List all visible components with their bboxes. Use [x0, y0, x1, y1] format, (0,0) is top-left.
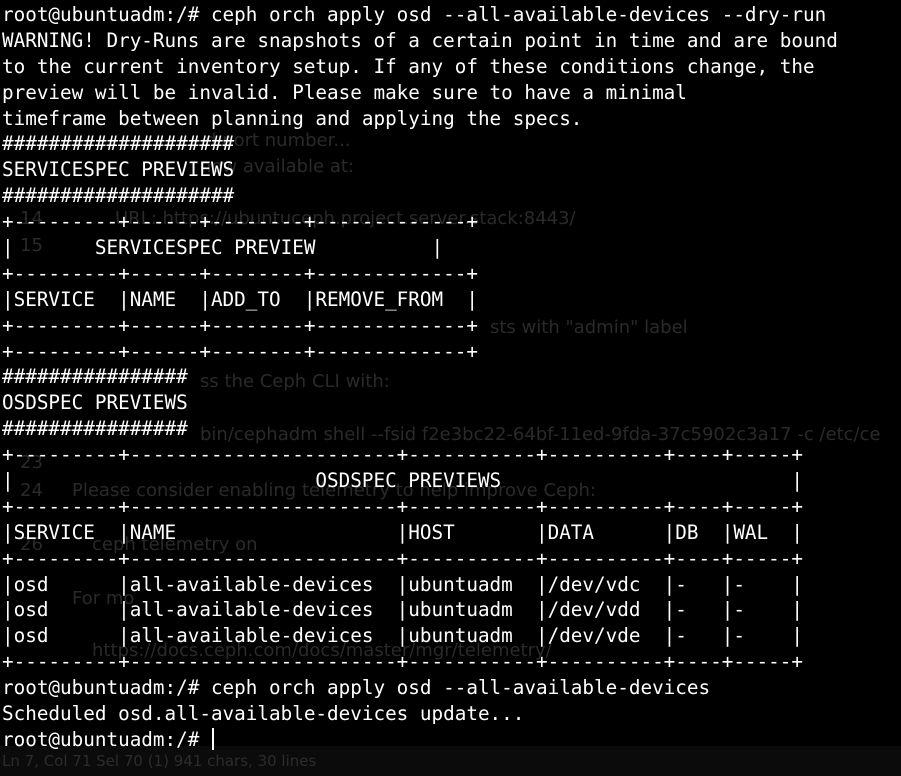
table-border: +---------+-----------------------+-----…: [2, 546, 803, 570]
text-cursor: [211, 727, 214, 750]
table-title-row: | OSDSPEC PREVIEWS |: [2, 469, 803, 493]
table-header-row: |SERVICE |NAME |HOST |DATA |DB |WAL |: [2, 520, 803, 544]
section-heading: SERVICESPEC PREVIEWS: [2, 158, 235, 182]
table-header-row: |SERVICE |NAME |ADD_TO |REMOVE_FROM |: [2, 287, 478, 311]
active-prompt-line[interactable]: root@ubuntuadm:/#: [2, 727, 838, 753]
separator-line: ####################: [2, 132, 235, 156]
table-border: +---------+------+--------+-------------…: [2, 210, 478, 234]
table-border: +---------+-----------------------+-----…: [2, 443, 803, 467]
separator-line: ####################: [2, 184, 235, 208]
prompt-line: root@ubuntuadm:/# ceph orch apply osd --…: [2, 3, 827, 26]
prompt-line: root@ubuntuadm:/# ceph orch apply osd --…: [2, 676, 711, 700]
table-border: +---------+------+--------+-------------…: [2, 313, 478, 337]
table-title-row: | SERVICESPEC PREVIEW |: [2, 236, 444, 260]
warning-line: to the current inventory setup. If any o…: [2, 54, 815, 78]
terminal-window[interactable]: d port number... now available at: 14 UR…: [0, 0, 901, 776]
table-border: +---------+------+--------+-------------…: [2, 339, 478, 363]
table-border: +---------+------+--------+-------------…: [2, 261, 478, 285]
table-row: |osd |all-available-devices |ubuntuadm |…: [2, 598, 803, 622]
table-row: |osd |all-available-devices |ubuntuadm |…: [2, 624, 803, 648]
warning-line: WARNING! Dry-Runs are snapshots of a cer…: [2, 28, 838, 52]
output-line: Scheduled osd.all-available-devices upda…: [2, 702, 525, 726]
table-row: |osd |all-available-devices |ubuntuadm |…: [2, 572, 803, 596]
table-border: +---------+-----------------------+-----…: [2, 494, 803, 518]
terminal-output[interactable]: root@ubuntuadm:/# ceph orch apply osd --…: [2, 2, 838, 753]
table-border: +---------+-----------------------+-----…: [2, 650, 803, 674]
section-heading: OSDSPEC PREVIEWS: [2, 391, 188, 415]
separator-line: ################: [2, 417, 188, 441]
prompt-text: root@ubuntuadm:/#: [2, 727, 211, 751]
warning-line: preview will be invalid. Please make sur…: [2, 80, 687, 104]
separator-line: ################: [2, 365, 188, 389]
warning-line: timeframe between planning and applying …: [2, 106, 583, 130]
